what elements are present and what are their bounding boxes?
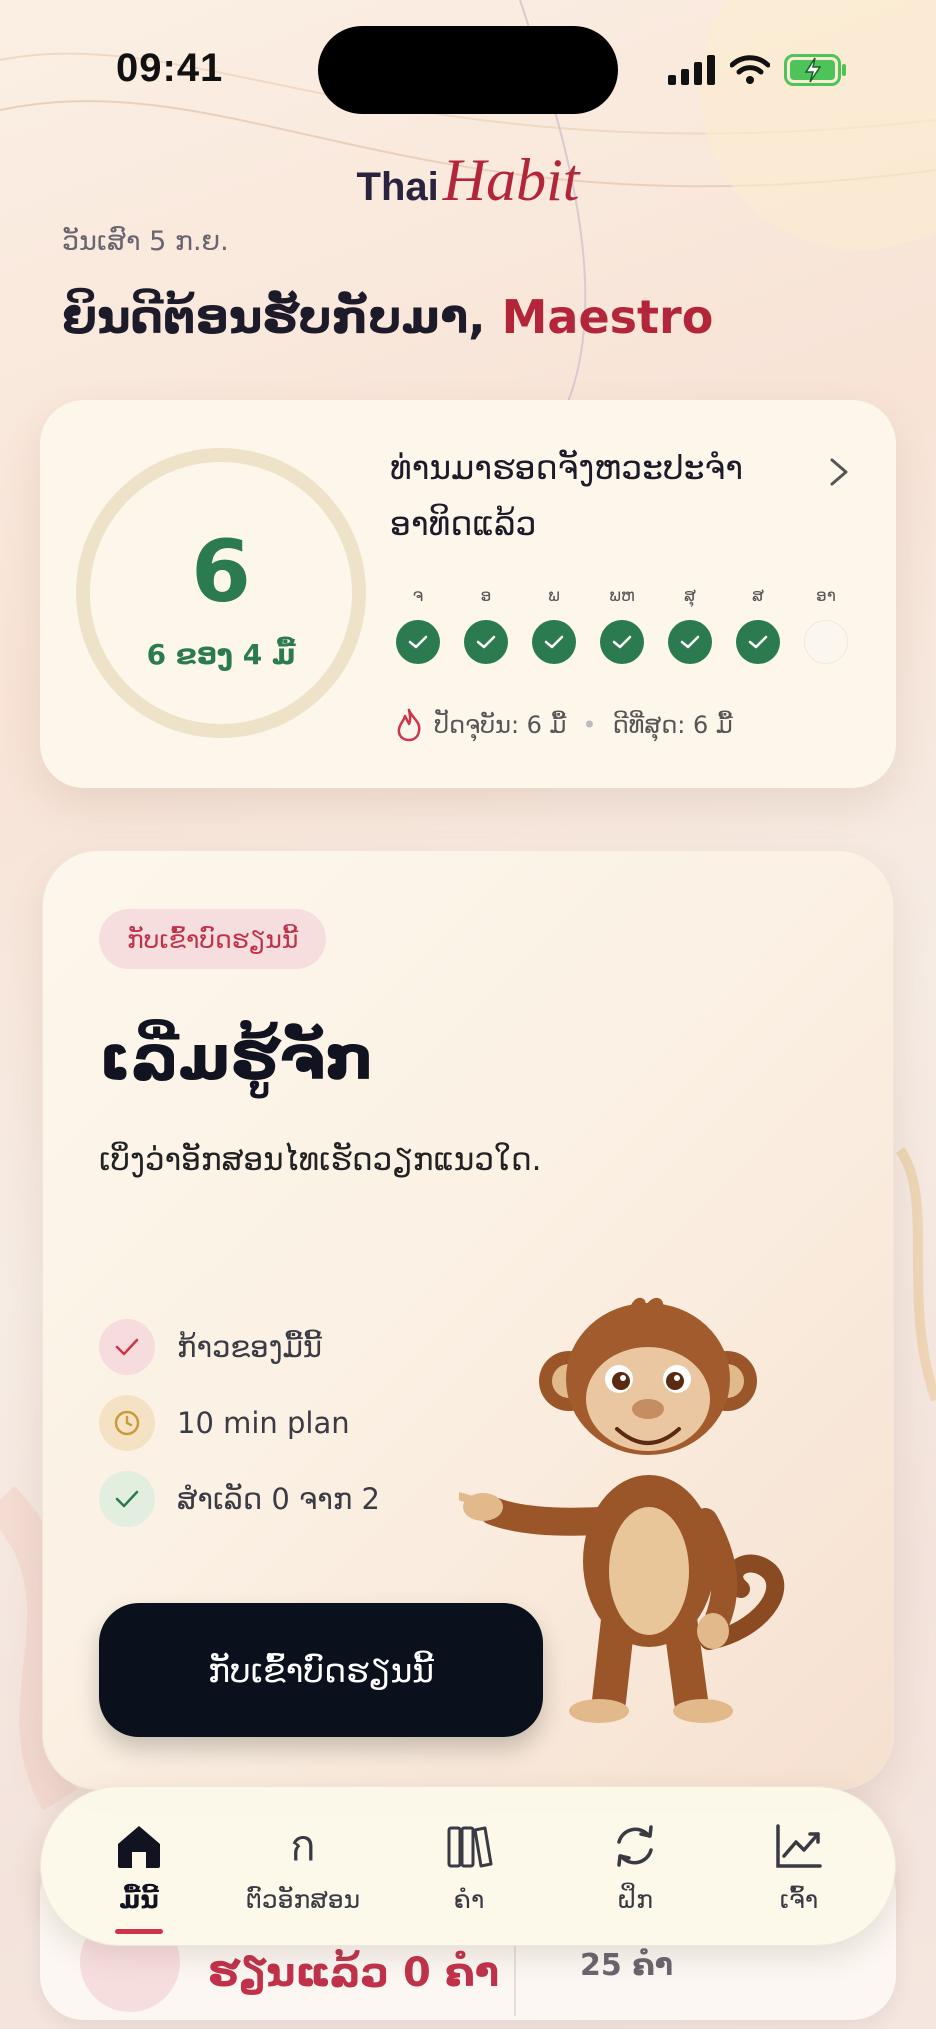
day-check-icon (532, 620, 576, 664)
current-streak-label: ປັດຈຸບັນ: 6 ມື້ (434, 711, 567, 739)
home-icon (112, 1819, 166, 1873)
nav-item-you[interactable]: ເຈົ້າ (719, 1787, 879, 1947)
welcome-prefix: ຍິນດີຕ້ອນຮັບກັບມາ, (62, 290, 486, 344)
day-4: ສຸ (668, 586, 712, 664)
streak-stats: ປັດຈຸບັນ: 6 ມື້ • ດີທີ່ສຸດ: 6 ມື້ (394, 708, 733, 742)
app-logo: ThaiHabit (0, 146, 936, 215)
brand-habit: Habit (442, 147, 580, 213)
lesson-badge: ກັບເຂົ້າບົດຮຽນນີ້ (99, 909, 327, 969)
info-row-progress: ສຳເລັດ 0 ຈາກ 2 (99, 1471, 380, 1527)
streak-title: ທ່ານມາຮອດຈັງຫວະປະຈຳອາທິດແລ້ວ (390, 448, 744, 543)
week-days: ຈ ອ ພ ພຫ ສຸ ສ ອາ (396, 586, 856, 686)
check-icon (99, 1471, 155, 1527)
day-check-icon (600, 620, 644, 664)
day-check-icon (736, 620, 780, 664)
day-1: ອ (464, 586, 508, 664)
signal-icon (668, 55, 715, 85)
streak-count: 6 (191, 522, 251, 622)
lesson-card: ກັບເຂົ້າບົດຮຽນນີ້ ເລີ່ມຮູ້ຈັກ ເບິ່ງວ່າອັ… (42, 850, 894, 1790)
books-icon (442, 1819, 496, 1873)
nav-label: ມື້ນີ້ (119, 1885, 159, 1914)
chart-icon (772, 1819, 826, 1873)
status-time: 09:41 (116, 46, 224, 90)
chevron-right-icon[interactable] (824, 452, 854, 492)
day-empty-dot (804, 620, 848, 664)
monkey-mascot-illustration (459, 1297, 785, 1723)
day-label: ອ (480, 586, 492, 606)
info-text: 10 min plan (177, 1406, 350, 1440)
day-label: ຈ (412, 586, 424, 606)
day-3: ພຫ (600, 586, 644, 664)
day-5: ສ (736, 586, 780, 664)
date-label: ວັນເສົາ 5 ກ.ຍ. (62, 226, 229, 257)
streak-sub-label: 6 ຂອງ 4 ມື້ (146, 638, 296, 671)
wifi-icon (730, 55, 770, 84)
day-check-icon (396, 620, 440, 664)
nav-item-words[interactable]: ຄຳ (389, 1787, 549, 1947)
day-label: ພຫ (609, 586, 635, 606)
welcome-heading: ຍິນດີຕ້ອນຮັບກັບມາ, Maestro (62, 290, 713, 344)
nav-item-today[interactable]: ມື້ນີ້ (59, 1787, 219, 1947)
nav-label: ຄຳ (453, 1885, 485, 1914)
status-icons (668, 50, 848, 90)
brand-thai: Thai (356, 165, 439, 209)
day-6: ອາ (804, 586, 848, 664)
day-check-icon (668, 620, 712, 664)
words-total-label: 25 ຄຳ (580, 1948, 673, 1983)
day-check-icon (464, 620, 508, 664)
nav-label: ຝຶກ (617, 1885, 653, 1914)
day-label: ອາ (816, 586, 836, 606)
info-text: ສຳເລັດ 0 ຈາກ 2 (177, 1482, 380, 1516)
nav-active-indicator (115, 1929, 163, 1934)
streak-ring: 6 6 ຂອງ 4 ມື້ (76, 448, 366, 738)
bottom-nav: ມື້ນີ້ ก ຕົວອັກສອນ ຄຳ ຝຶກ ເຈົ້າ (40, 1786, 896, 1946)
nav-item-practice[interactable]: ຝຶກ (555, 1787, 715, 1947)
clock-icon (99, 1395, 155, 1451)
best-streak-label: ດີທີ່ສຸດ: 6 ມື້ (612, 711, 733, 739)
day-label: ພ (548, 586, 560, 606)
nav-label: ຕົວອັກສອນ (245, 1885, 361, 1914)
stat-separator: • (582, 711, 597, 739)
lesson-title: ເລີ່ມຮູ້ຈັກ (99, 1021, 375, 1094)
info-row-today-step: ກ້າວຂອງມື້ນີ້ (99, 1319, 322, 1375)
status-bar: 09:41 (0, 0, 936, 140)
refresh-icon (608, 1819, 662, 1873)
streak-card[interactable]: 6 6 ຂອງ 4 ມື້ ທ່ານມາຮອດຈັງຫວະປະຈຳອາທິດແລ… (40, 400, 896, 788)
thai-letter-icon: ก (290, 1821, 316, 1870)
day-label: ສ (752, 586, 764, 606)
info-text: ກ້າວຂອງມື້ນີ້ (177, 1330, 323, 1364)
nav-label: ເຈົ້າ (779, 1885, 819, 1914)
check-icon (99, 1319, 155, 1375)
words-learned-label: ຮຽນແລ້ວ 0 ຄຳ (208, 1950, 500, 1996)
nav-item-alphabet[interactable]: ก ຕົວອັກສອນ (223, 1787, 383, 1947)
day-label: ສຸ (684, 586, 696, 606)
flame-icon (397, 708, 421, 742)
battery-charging-icon (784, 54, 846, 86)
divider (514, 1946, 516, 2016)
user-name: Maestro (501, 290, 714, 344)
day-2: ພ (532, 586, 576, 664)
lesson-description: ເບິ່ງວ່າອັກສອນໄທເຮັດວຽກແນວໃດ. (99, 1142, 542, 1178)
day-0: ຈ (396, 586, 440, 664)
dynamic-island (318, 26, 618, 114)
info-row-plan: 10 min plan (99, 1395, 350, 1451)
